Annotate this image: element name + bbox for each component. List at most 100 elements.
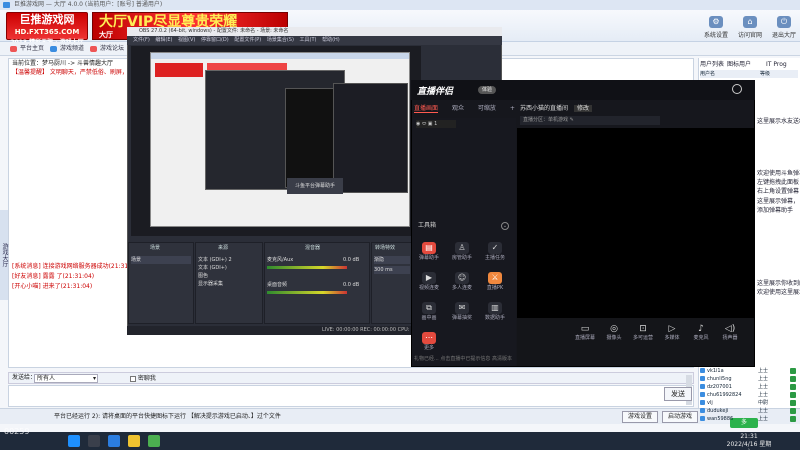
obs-mixer-title: 混音器 [305,245,321,251]
user-row[interactable]: dudukeji 上士 [700,407,798,415]
zd-toolbox-title: 工具箱 [418,222,437,229]
zd-tool-label: 弹幕抽奖 [451,315,472,321]
send-button[interactable]: 发送 [664,387,692,401]
obs-transition-select[interactable]: 渐隐 [374,256,410,264]
zd-tool-label: 视频连麦 [418,285,439,291]
obs-menu-file[interactable]: 文件(F) [133,37,150,43]
tab-icon-users[interactable]: 图标用户 [727,60,751,70]
user-row[interactable]: chu61992824 上士 [700,391,798,399]
user-row[interactable]: chunli5ng 上士 [700,375,798,383]
user-row[interactable]: wan59886 上士 [700,415,798,423]
clock-time: 21:31 [740,433,758,440]
zd-scene-item[interactable]: ◉ ⬭ ▣ 1 [416,120,456,128]
official-site-button[interactable]: ⌂ 访问官网 [734,16,766,40]
obs-source-item[interactable]: 文本 (GDI+) [198,264,227,272]
start-game-button[interactable]: 启动游戏 [662,411,698,423]
zd-tool-label: 直播PK [486,285,504,291]
obs-menu-edit[interactable]: 编辑(E) [155,37,172,43]
zd-room-sub: 直播分区：单机游戏 ✎ [520,116,660,125]
chat-input[interactable] [8,385,694,407]
obs-menu-scene-collection[interactable]: 场景集合(S) [267,37,294,43]
chrome-icon[interactable] [148,435,160,447]
nav-home[interactable]: 平台主页 [10,44,44,54]
user-row[interactable]: vk1i1a 上士 [700,367,798,375]
zd-multi-button[interactable]: ⊡ 多可运营 [630,324,656,342]
obs-menu-help[interactable]: 帮助(H) [322,37,340,43]
user-level: 中尉 [758,400,769,406]
game-settings-button[interactable]: 游戏设置 [622,411,658,423]
zd-badge[interactable]: 体验 [478,86,496,94]
user-level: 上士 [758,376,769,382]
zd-button-label: 直播屏幕 [574,335,595,341]
zd-tool-data[interactable]: ▥ 数据助手 [480,302,510,322]
online-icon [790,416,796,422]
zd-tool-label: 更多 [423,345,434,351]
chevron-down-icon[interactable]: ⌄ [501,222,509,230]
search-icon[interactable] [88,435,100,447]
obs-source-item[interactable]: 图色 [198,272,208,280]
nav-game-channel[interactable]: 游戏频道 [50,44,84,54]
obs-menu-tools[interactable]: 工具(T) [300,37,317,43]
user-row[interactable]: vlj 中尉 [700,399,798,407]
windows-start-icon[interactable] [68,435,80,447]
system-settings-button[interactable]: ⚙ 系统设置 [700,16,732,40]
obs-transition-panel[interactable] [371,242,412,324]
user-name: vk1i1a [707,368,724,374]
system-settings-label: 系统设置 [703,32,728,39]
obs-source-item[interactable]: 显示器采集 [198,280,223,288]
obs-menu-view[interactable]: 视图(V) [178,37,195,43]
zd-tool-video[interactable]: ▶ 视频连麦 [414,272,444,292]
tab-zoom[interactable]: 可缩放 [478,105,496,112]
private-chat-checkbox[interactable]: 密聊我 [130,374,156,383]
user-name: chu61992824 [707,392,742,398]
zd-tool-label: 数据助手 [484,315,505,321]
send-to-select[interactable]: 所有人 ▾ [34,374,98,383]
zd-tool-more[interactable]: ⋯ 更多 [414,332,444,352]
obs-desktop-meter [267,291,347,294]
side-tab[interactable]: 游戏大厅 [0,210,8,300]
site-logo[interactable]: 巨推游戏网 HD.FXT365.COM 2013 精彩无限 · 游戏大厅 [6,12,88,46]
online-icon [790,384,796,390]
obs-source-item[interactable]: 文本 (GDI+) 2 [198,256,232,264]
zd-room-edit-button[interactable]: 修改 [573,105,592,112]
send-to-bar: 发送给： [8,372,694,384]
nav-forum[interactable]: 游戏论坛 [90,44,124,54]
obs-menu-profile[interactable]: 配置文件(P) [234,37,261,43]
tab-user-list[interactable]: 用户列表 [700,60,724,70]
nav-forum-label: 游戏论坛 [100,45,125,52]
folder-icon[interactable] [128,435,140,447]
obs-menubar: 文件(F) 编辑(E) 视图(V) 停靠窗口(D) 配置文件(P) 场景集合(S… [127,36,502,45]
obs-menu-docks[interactable]: 停靠窗口(D) [201,37,229,43]
tab-audience[interactable]: 观众 [452,105,464,112]
obs-scene-item[interactable]: 场景 [131,256,191,264]
obs-scenes-panel[interactable] [128,242,194,324]
taskbar-clock[interactable]: 21:31 2022/4/16 星期六 [724,433,774,450]
zd-tool-multi[interactable]: ☺ 多人连麦 [447,272,477,292]
user-row[interactable]: dz207001 上士 [700,383,798,391]
side-text: 添加弹幕助手 [757,207,794,214]
zd-speaker-button[interactable]: ◁) 扬声器 [717,324,743,342]
zd-tool-danmu[interactable]: ▤ 弹幕助手 [414,242,444,262]
zd-media-button[interactable]: ▷ 多媒体 [659,324,685,342]
avatar[interactable] [732,84,742,94]
zd-screen-button[interactable]: ▭ 直播屏幕 [572,324,598,342]
zd-preview[interactable] [517,128,754,318]
zd-mic-button[interactable]: ♪ 麦克风 [688,324,714,342]
edge-icon[interactable] [108,435,120,447]
side-text: 欢迎使用斗鱼弹幕 [757,170,800,177]
zd-tool-task[interactable]: ✓ 主播任务 [480,242,510,262]
tab-it-prog[interactable]: IT Prog [766,60,787,70]
checkbox-box[interactable] [130,375,136,382]
tab-live-screen[interactable]: 直播画面 [414,105,439,113]
col-level: 等级 [760,71,771,77]
exit-hall-button[interactable]: ⏻ 退出大厅 [768,16,800,40]
add-tab-icon[interactable]: + [510,105,515,112]
zd-tool-lottery[interactable]: ✉ 弹幕抽奖 [447,302,477,322]
zd-camera-button[interactable]: ◎ 摄像头 [601,324,627,342]
zd-tabs: 直播画面 观众 可缩放 + [414,104,527,114]
zd-tool-pip[interactable]: ⧉ 画中画 [414,302,444,322]
obs-duration-input[interactable]: 300 ms [374,266,410,274]
zd-tool-pk[interactable]: ⚔ 直播PK [480,272,510,292]
zd-tool-admin[interactable]: ♙ 房管助手 [447,242,477,262]
pencil-icon[interactable]: ✎ [570,117,574,123]
